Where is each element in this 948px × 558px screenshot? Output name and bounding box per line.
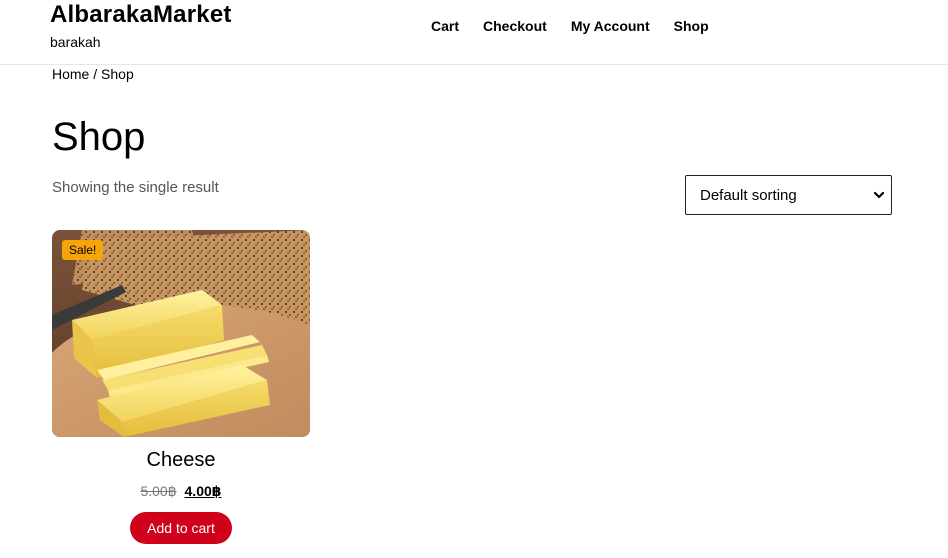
add-to-cart-button[interactable]: Add to cart [130,512,232,544]
breadcrumb-current: Shop [101,66,134,82]
product-card: Sale! Cheese 5.00฿ 4.00฿ Add to cart [52,230,310,544]
nav-item-shop[interactable]: Shop [674,18,709,34]
product-image-link[interactable]: Sale! [52,230,310,437]
product-name[interactable]: Cheese [52,449,310,472]
site-tagline: barakah [50,34,101,50]
main-nav: Cart Checkout My Account Shop [431,18,733,34]
sort-select-value: Default sorting [700,186,797,204]
nav-item-my-account[interactable]: My Account [571,18,650,34]
chevron-down-icon [873,191,885,199]
old-price: 5.00฿ [140,483,177,499]
sale-badge: Sale! [62,240,104,260]
sort-select[interactable]: Default sorting [685,175,892,215]
product-price: 5.00฿ 4.00฿ [52,483,310,500]
breadcrumb: Home / Shop [52,66,134,82]
site-header: AlbarakaMarket barakah Cart Checkout My … [0,0,948,65]
site-title[interactable]: AlbarakaMarket [50,1,232,29]
nav-item-checkout[interactable]: Checkout [483,18,547,34]
page-title: Shop [52,115,146,159]
breadcrumb-home[interactable]: Home [52,66,89,82]
breadcrumb-separator: / [89,66,102,82]
result-count: Showing the single result [52,179,219,196]
sale-price: 4.00฿ [184,483,222,499]
nav-item-cart[interactable]: Cart [431,18,459,34]
cheese-image [52,230,310,437]
